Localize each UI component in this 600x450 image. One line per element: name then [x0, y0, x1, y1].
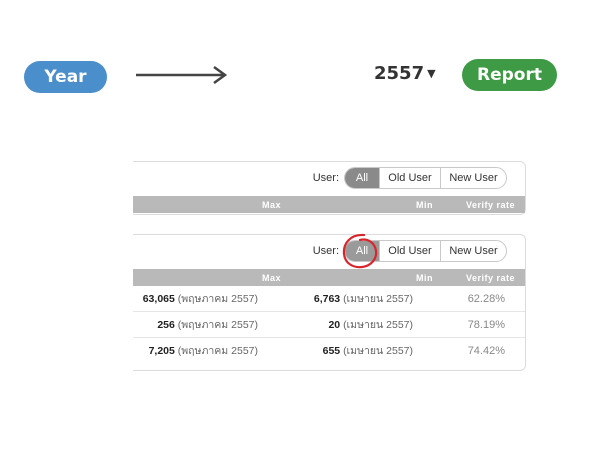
table-header: Max Min Verify rate	[133, 269, 525, 286]
year-button[interactable]: Year	[24, 61, 107, 93]
min-date: (เมษายน 2557)	[343, 293, 413, 305]
table-row: 7,205 (พฤษภาคม 2557) 655 (เมษายน 2557) 7…	[133, 338, 525, 363]
segment-old-user[interactable]: Old User	[379, 241, 440, 261]
max-value: 7,205	[148, 345, 175, 357]
report-button[interactable]: Report	[462, 59, 557, 91]
min-cell: 655 (เมษายน 2557)	[258, 342, 413, 359]
max-cell: 256 (พฤษภาคม 2557)	[133, 316, 258, 333]
column-min: Min	[416, 272, 433, 283]
max-date: (พฤษภาคม 2557)	[177, 293, 258, 305]
segment-all[interactable]: All	[345, 168, 379, 188]
panel-toolbar: User: All Old User New User	[133, 235, 525, 269]
column-min: Min	[416, 199, 433, 210]
max-cell: 7,205 (พฤษภาคม 2557)	[133, 342, 258, 359]
panel-toolbar: User: All Old User New User	[133, 162, 525, 196]
year-select[interactable]: 2557 ▼	[374, 63, 436, 84]
user-filter-segmented: All Old User New User	[344, 240, 507, 262]
user-filter-label: User:	[312, 172, 339, 184]
max-cell: 63,065 (พฤษภาคม 2557)	[133, 290, 258, 307]
segment-new-user[interactable]: New User	[440, 241, 506, 261]
max-value: 63,065	[142, 293, 175, 305]
min-cell: 20 (เมษายน 2557)	[258, 316, 413, 333]
caret-down-icon: ▼	[427, 67, 436, 80]
min-value: 6,763	[313, 293, 341, 305]
year-select-value: 2557	[374, 63, 425, 84]
column-verify-rate: Verify rate	[465, 272, 515, 283]
min-value: 20	[328, 319, 341, 331]
verify-rate-cell: 74.42%	[467, 344, 505, 357]
min-date: (เมษายน 2557)	[343, 319, 413, 331]
column-max: Max	[261, 272, 281, 283]
stats-panel-bottom: User: All Old User New User Max Min Veri…	[133, 234, 526, 371]
segment-new-user[interactable]: New User	[440, 168, 506, 188]
min-cell: 6,763 (เมษายน 2557)	[258, 290, 413, 307]
column-verify-rate: Verify rate	[465, 199, 515, 210]
column-max: Max	[261, 199, 281, 210]
max-value: 256	[157, 319, 175, 331]
stats-panel-top: User: All Old User New User Max Min Veri…	[133, 161, 526, 215]
min-value: 655	[322, 345, 341, 357]
table-row: 256 (พฤษภาคม 2557) 20 (เมษายน 2557) 78.1…	[133, 312, 525, 338]
segment-all[interactable]: All	[345, 241, 379, 261]
table-row: 63,065 (พฤษภาคม 2557) 6,763 (เมษายน 2557…	[133, 286, 525, 312]
arrow-right-icon	[136, 65, 228, 85]
max-date: (พฤษภาคม 2557)	[177, 319, 258, 331]
user-filter-label: User:	[312, 245, 339, 257]
min-date: (เมษายน 2557)	[343, 345, 413, 357]
segment-old-user[interactable]: Old User	[379, 168, 440, 188]
verify-rate-cell: 62.28%	[467, 292, 505, 305]
user-filter-segmented: All Old User New User	[344, 167, 507, 189]
max-date: (พฤษภาคม 2557)	[177, 345, 258, 357]
verify-rate-cell: 78.19%	[467, 318, 505, 331]
table-header: Max Min Verify rate	[133, 196, 525, 213]
